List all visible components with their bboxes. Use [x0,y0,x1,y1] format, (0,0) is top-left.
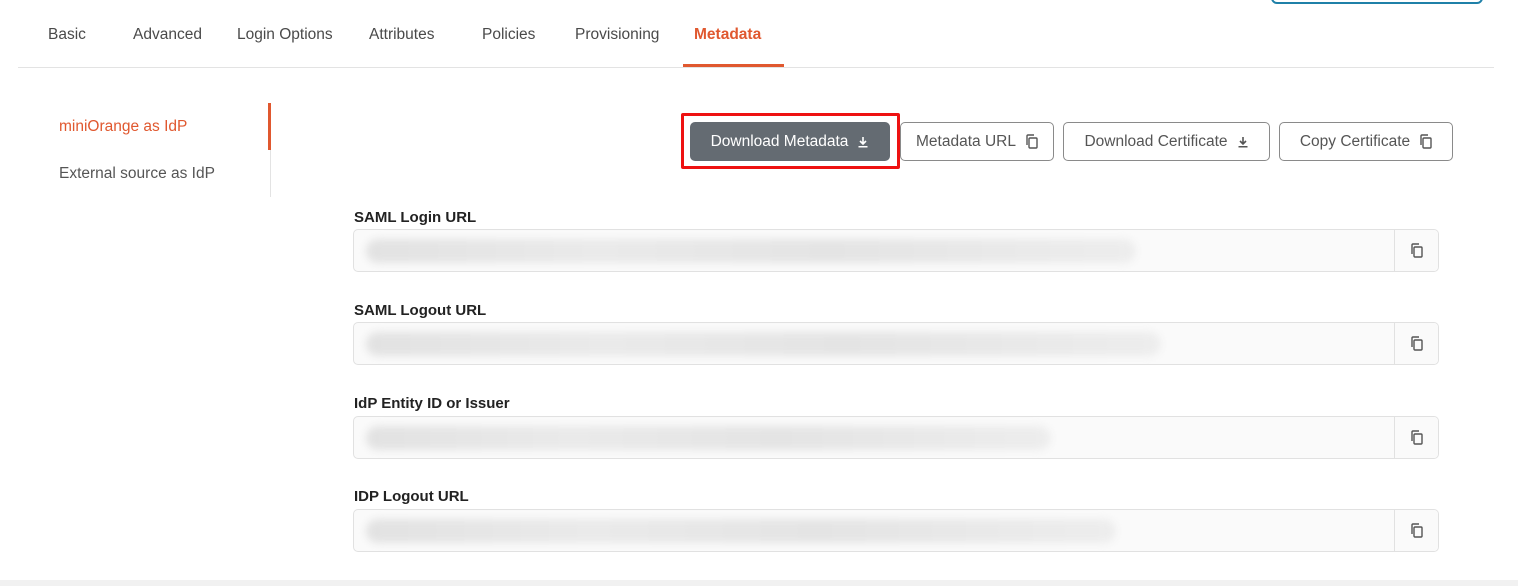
idp-logout-url-field[interactable] [353,509,1439,552]
tab-basic[interactable]: Basic [48,26,86,44]
saml-login-url-field[interactable] [353,229,1439,272]
download-metadata-label: Download Metadata [710,132,849,150]
copy-certificate-button[interactable]: Copy Certificate [1279,122,1453,161]
sidenav-item-miniorange-idp[interactable]: miniOrange as IdP [59,118,187,136]
tab-bar: Basic Advanced Login Options Attributes … [18,0,1494,68]
active-tab-indicator [683,64,784,67]
saml-logout-url-label: SAML Logout URL [354,302,487,319]
idp-logout-url-label: IDP Logout URL [354,488,469,505]
copy-icon [1410,243,1423,258]
idp-entity-id-label: IdP Entity ID or Issuer [354,395,510,412]
copy-icon [1025,134,1038,149]
idp-entity-id-value [366,426,1051,450]
download-icon [857,136,869,148]
saml-login-url-label: SAML Login URL [354,209,477,226]
saml-login-url-value [366,239,1136,263]
idp-source-nav: miniOrange as IdP External source as IdP [0,103,272,197]
metadata-url-button[interactable]: Metadata URL [900,122,1054,161]
idp-logout-url-value [366,519,1116,543]
tab-attributes[interactable]: Attributes [369,26,434,44]
copy-icon [1410,430,1423,445]
copy-icon [1419,134,1432,149]
tab-login-options[interactable]: Login Options [237,26,333,44]
copy-idp-entity-id-button[interactable] [1394,417,1438,458]
metadata-url-label: Metadata URL [916,132,1016,150]
saml-logout-url-field[interactable] [353,322,1439,365]
copy-saml-logout-url-button[interactable] [1394,323,1438,364]
tab-policies[interactable]: Policies [482,26,535,44]
sidenav-active-indicator [268,103,271,150]
download-icon [1237,136,1249,148]
copy-certificate-label: Copy Certificate [1299,132,1411,150]
download-certificate-label: Download Certificate [1084,132,1228,150]
tab-metadata[interactable]: Metadata [694,26,761,44]
download-metadata-button[interactable]: Download Metadata [690,122,890,161]
page-bottom-edge [0,580,1518,586]
copy-icon [1410,523,1423,538]
sidenav-item-external-idp[interactable]: External source as IdP [59,165,215,183]
copy-idp-logout-url-button[interactable] [1394,510,1438,551]
copy-saml-login-url-button[interactable] [1394,230,1438,271]
copy-icon [1410,336,1423,351]
tab-advanced[interactable]: Advanced [133,26,202,44]
saml-logout-url-value [366,332,1161,356]
tab-provisioning[interactable]: Provisioning [575,26,659,44]
idp-entity-id-field[interactable] [353,416,1439,459]
download-certificate-button[interactable]: Download Certificate [1063,122,1270,161]
